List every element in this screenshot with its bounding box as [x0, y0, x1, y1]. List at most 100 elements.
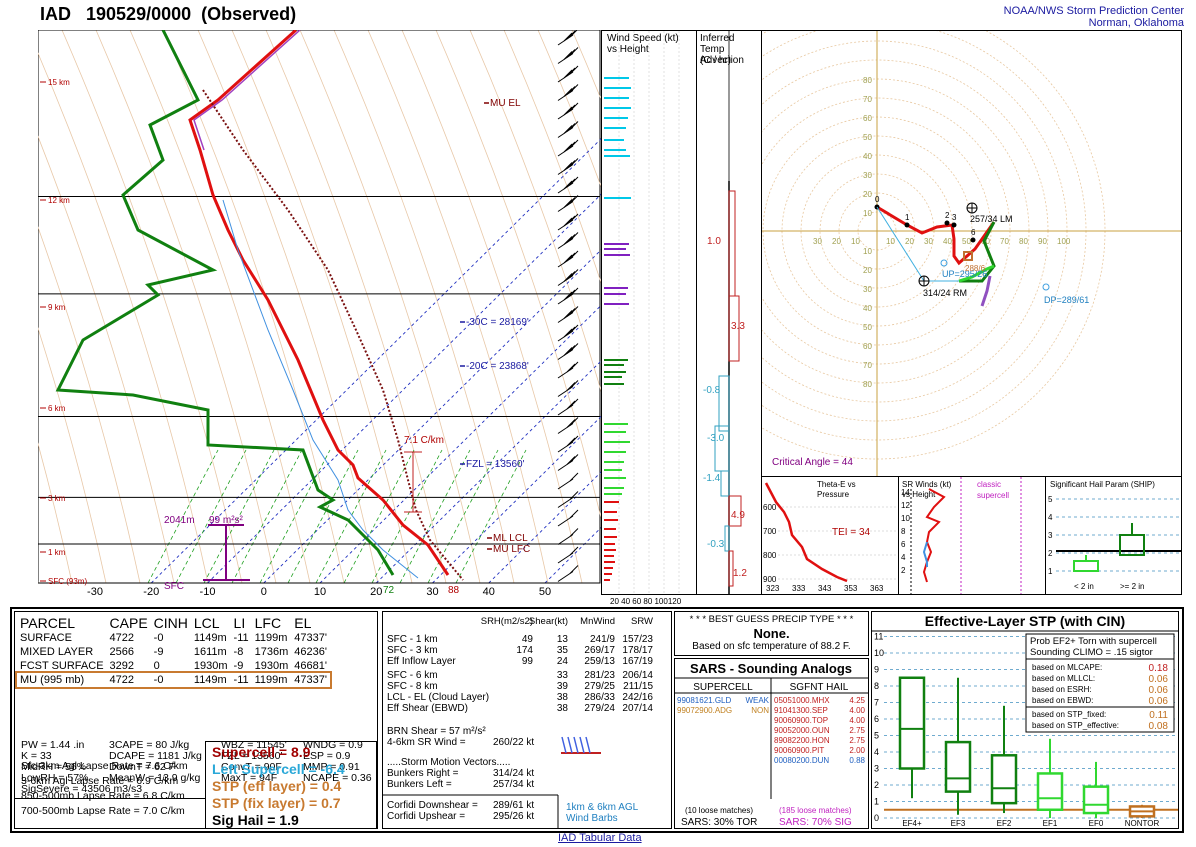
wind-speed-bar — [604, 303, 629, 305]
critical-angle-label: Critical Angle = 44 — [772, 457, 853, 468]
wind-speed-bar — [604, 383, 624, 385]
wind-speed-bar — [604, 519, 618, 521]
stp-x-label: EF1 — [1043, 819, 1058, 828]
tabular-data-link[interactable]: IAD Tabular Data — [558, 832, 642, 844]
kin-value: 167/19 — [622, 656, 653, 667]
parcel-header: LCL — [193, 615, 220, 631]
sounding-status: (Observed) — [201, 4, 297, 24]
sfc-temp-label: 88 — [448, 585, 460, 596]
stp-x-label: NONTOR — [1125, 819, 1160, 828]
hodo-ring-label: 30 — [863, 285, 872, 294]
stp-y-label: 1 — [874, 797, 879, 807]
hodo-x-label: 70 — [1000, 237, 1009, 246]
sars-loose-supercell: (10 loose matches) — [685, 806, 753, 815]
sars-title: SARS - Sounding Analogs — [690, 661, 852, 676]
height-label: 9 km — [48, 303, 66, 312]
sars-supercell-class: NON — [751, 706, 769, 715]
hodo-height-point — [970, 237, 976, 243]
left-mover-label: 257/34 LM — [970, 214, 1013, 224]
hodo-x-label: 30 — [813, 237, 822, 246]
kin-value: 286/33 — [584, 692, 615, 703]
sars-hail-match: 00080200.DUN — [774, 756, 829, 765]
sars-hail-size: 2.75 — [849, 736, 865, 745]
sars-hail-size: 0.88 — [849, 756, 865, 765]
hodo-x-label: 50 — [962, 237, 971, 246]
ship-x-label: >= 2 in — [1120, 582, 1144, 591]
stp-prob-label: based on STP_effective: — [1032, 721, 1119, 730]
sars-tor: SARS: 30% TOR — [681, 817, 757, 828]
wind-speed-bar — [604, 579, 610, 581]
wind-speed-bar — [604, 567, 613, 569]
kin-value: 241/9 — [590, 634, 615, 645]
theta-x-label: 333 — [792, 584, 806, 593]
temp-label: 20 — [370, 586, 382, 596]
temp-label: 40 — [483, 586, 495, 596]
stp-box-plot — [1082, 761, 1110, 818]
barb-label: 1km & 6km AGL — [566, 802, 639, 813]
stp-y-label: 10 — [874, 648, 884, 658]
stp-y-label: 7 — [874, 698, 879, 708]
stp-box-plot — [944, 677, 972, 815]
advection-value: 1.2 — [733, 568, 747, 579]
ship-title: Significant Hail Param (SHIP) — [1050, 480, 1155, 489]
hodo-x-label: 20 — [905, 237, 914, 246]
height-label: 6 km — [48, 404, 66, 413]
sars-hail-size: 4.25 — [849, 696, 865, 705]
hodo-ring-label: 50 — [863, 133, 872, 142]
kin-header: Shear(kt) — [529, 616, 568, 627]
advection-bar — [718, 375, 730, 432]
downshear-label: DP=289/61 — [1044, 295, 1089, 305]
sr-4-6-value: 260/22 kt — [493, 737, 534, 748]
kin-value: 242/16 — [622, 692, 653, 703]
stp-prob-label: based on MLLCL: — [1032, 674, 1095, 683]
parcel-header: PARCEL — [20, 615, 75, 631]
sars-supercell-match: 99072900.ADG — [677, 706, 732, 715]
height-label: SFC (93m) — [48, 577, 87, 586]
wind-speed-bar — [604, 127, 626, 129]
kin-value: 259/13 — [584, 656, 615, 667]
kin-value: 33 — [557, 670, 569, 681]
lapse-rate: Sfc-3km Agl Lapse Rate = 7.6 C/km — [21, 760, 188, 772]
theta-e-panel: Theta-E vs Pressure TEI = 34 600 700 800 900 32… — [761, 476, 900, 595]
srh-value-label: 99 m²s² — [209, 515, 244, 526]
hodo-ring-label: 30 — [863, 171, 872, 180]
advection-value: -0.8 — [703, 385, 721, 396]
wind-speed-bar — [604, 97, 629, 99]
wind-speed-bar — [604, 359, 628, 361]
corfidi-down-value: 289/61 kt — [493, 800, 534, 811]
ship-box-small — [1073, 560, 1099, 572]
temp-label: 50 — [539, 586, 551, 596]
stp-y-label: 4 — [874, 747, 879, 757]
stp-y-label: 9 — [874, 665, 879, 675]
mu-el-label: MU EL — [490, 98, 521, 109]
kin-value: 24 — [557, 656, 569, 667]
hodo-height-label: 6 — [971, 228, 976, 237]
wind-speed-bar — [604, 364, 624, 366]
parcel-row: MIXED LAYER 2566 -9 1611m -8 1736m 46236' — [20, 646, 327, 658]
agl-barb-6km — [585, 736, 591, 754]
barb-label2: Wind Barbs — [566, 813, 618, 824]
stp-y-label: 5 — [874, 731, 879, 741]
ship-y-label: 4 — [1048, 513, 1053, 522]
station-id: IAD — [40, 4, 71, 24]
temp-label: -10 — [200, 586, 216, 596]
stp-prob-value: 0.18 — [1149, 663, 1169, 674]
height-label: 15 km — [48, 78, 70, 87]
hodo-height-point — [904, 222, 910, 228]
stp-x-label: EF4+ — [902, 819, 922, 828]
wind-speed-bar — [604, 376, 622, 378]
minus30c-label: -30C = 28169' — [466, 317, 529, 328]
hodo-height-point — [951, 222, 957, 228]
wind-speed-bar — [604, 77, 629, 79]
advection-value: 3.3 — [731, 321, 745, 332]
sfc-dewpoint-label: 72 — [383, 585, 395, 596]
thermo-box: PARCEL CAPE CINH LCL LI LFC EL SURFACE 4722 -0 11… — [14, 611, 378, 829]
stp-prob-line1: Prob EF2+ Torn with supercell — [1030, 636, 1157, 647]
advection-value: 1.0 — [707, 236, 721, 247]
wind-speed-bar — [604, 423, 628, 425]
parcel-header: LI — [233, 615, 246, 631]
sr-y-label: 12 — [901, 501, 910, 510]
wind-speed-bar — [604, 107, 631, 109]
wind-speed-bar — [604, 528, 616, 530]
advection-bar — [720, 470, 730, 497]
